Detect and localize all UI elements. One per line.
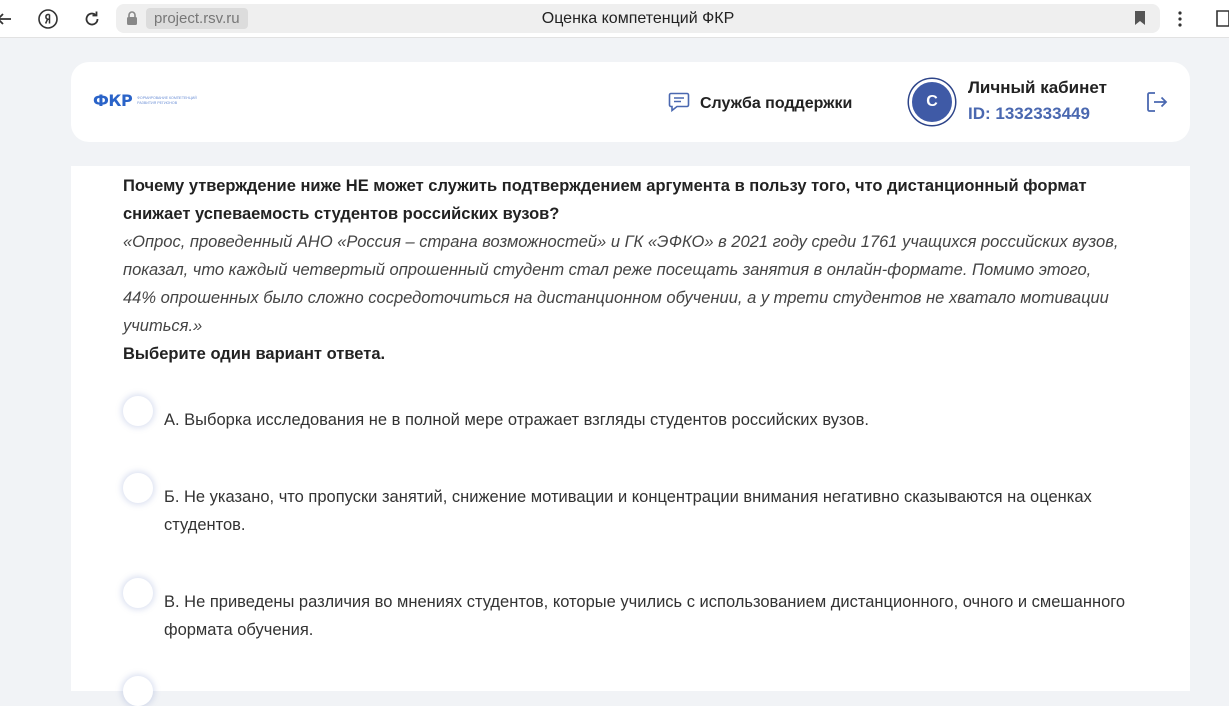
site-header: ФКР ФОРМИРОВАНИЕ КОМПЕТЕНЦИЙ РАЗВИТИЯ РЕ… [71,62,1190,142]
question-instruction: Выберите один вариант ответа. [123,345,386,363]
downloads-icon[interactable] [1210,7,1229,31]
cabinet-title: Личный кабинет [968,78,1107,97]
personal-cabinet[interactable]: Личный кабинет ID: 1332333449 [968,76,1107,128]
more-menu-icon[interactable] [1168,7,1192,31]
radio-button[interactable] [123,676,153,706]
answer-label: В. Не приведены различия во мнениях студ… [164,593,1126,639]
reload-icon[interactable] [80,7,104,31]
fkr-logo[interactable]: ФКР ФОРМИРОВАНИЕ КОМПЕТЕНЦИЙ РАЗВИТИЯ РЕ… [93,91,197,110]
chat-icon [668,91,690,117]
question-quote: «Опрос, проведенный АНО «Россия – страна… [123,233,1119,335]
address-bar[interactable]: project.rsv.ru Оценка компетенций ФКР [116,4,1160,33]
bookmark-icon[interactable] [1134,10,1146,30]
support-button[interactable]: Служба поддержки [668,91,852,117]
logo-mark: ФКР [93,91,133,110]
browser-toolbar: project.rsv.ru Оценка компетенций ФКР [0,0,1229,38]
answer-option-d[interactable] [123,676,1133,706]
answer-label: А. Выборка исследования не в полной мере… [164,411,869,429]
answer-option-b[interactable]: Б. Не указано, что пропуски занятий, сни… [123,473,1133,539]
back-arrow-icon[interactable] [0,7,16,31]
support-label: Служба поддержки [700,95,853,112]
page-title: Оценка компетенций ФКР [541,10,735,27]
avatar[interactable]: С [909,79,955,125]
logout-icon[interactable] [1145,90,1169,118]
logo-subtitle: ФОРМИРОВАНИЕ КОМПЕТЕНЦИЙ РАЗВИТИЯ РЕГИОН… [137,96,197,105]
answer-option-a[interactable]: А. Выборка исследования не в полной мере… [123,396,1133,434]
logo-subtitle-line: РАЗВИТИЯ РЕГИОНОВ [137,100,178,105]
radio-button[interactable] [123,578,153,608]
answer-option-c[interactable]: В. Не приведены различия во мнениях студ… [123,578,1133,644]
radio-button[interactable] [123,396,153,426]
yandex-icon[interactable] [36,7,60,31]
radio-button[interactable] [123,473,153,503]
question-card: Почему утверждение ниже НЕ может служить… [71,166,1190,706]
question-text: Почему утверждение ниже НЕ может служить… [123,172,1123,368]
question-title: Почему утверждение ниже НЕ может служить… [123,177,1087,223]
answer-label: Б. Не указано, что пропуски занятий, сни… [164,488,1092,534]
cabinet-id: ID: 1332333449 [968,104,1090,123]
